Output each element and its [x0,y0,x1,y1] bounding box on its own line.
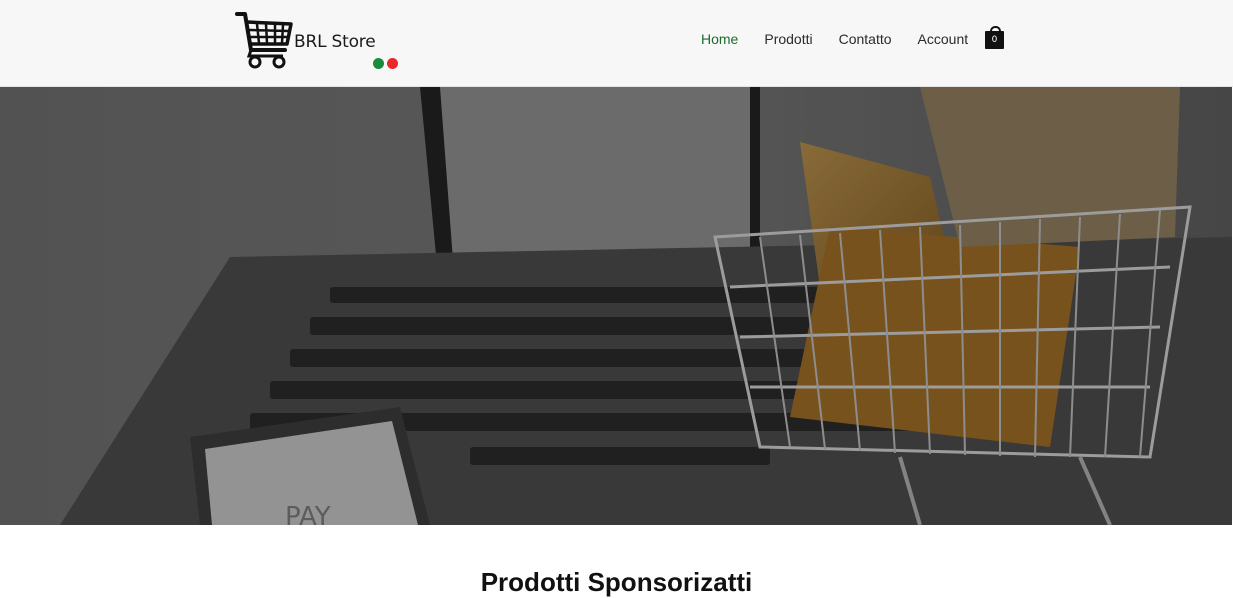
nav-item-prodotti[interactable]: Prodotti [764,31,812,47]
hero-image: PAY [0,87,1232,525]
flag-dot-red [387,58,398,69]
cart-button[interactable]: 0 [985,26,1004,50]
nav-item-contatto[interactable]: Contatto [839,31,892,47]
site-header: BRL Store Home Prodotti Contatto Account… [0,0,1233,87]
shopping-cart-logo-icon [235,12,293,69]
hero-banner: PAY [0,87,1232,525]
main-nav: Home Prodotti Contatto Account [701,31,994,47]
flag-dot-green [373,58,384,69]
brand-name: BRL Store [294,32,376,52]
cart-count: 0 [991,35,998,45]
brand-logo[interactable]: BRL Store [235,10,405,74]
section-title: Prodotti Sponsorizatti [480,567,753,597]
nav-item-home[interactable]: Home [701,31,738,47]
nav-item-account[interactable]: Account [918,31,969,47]
